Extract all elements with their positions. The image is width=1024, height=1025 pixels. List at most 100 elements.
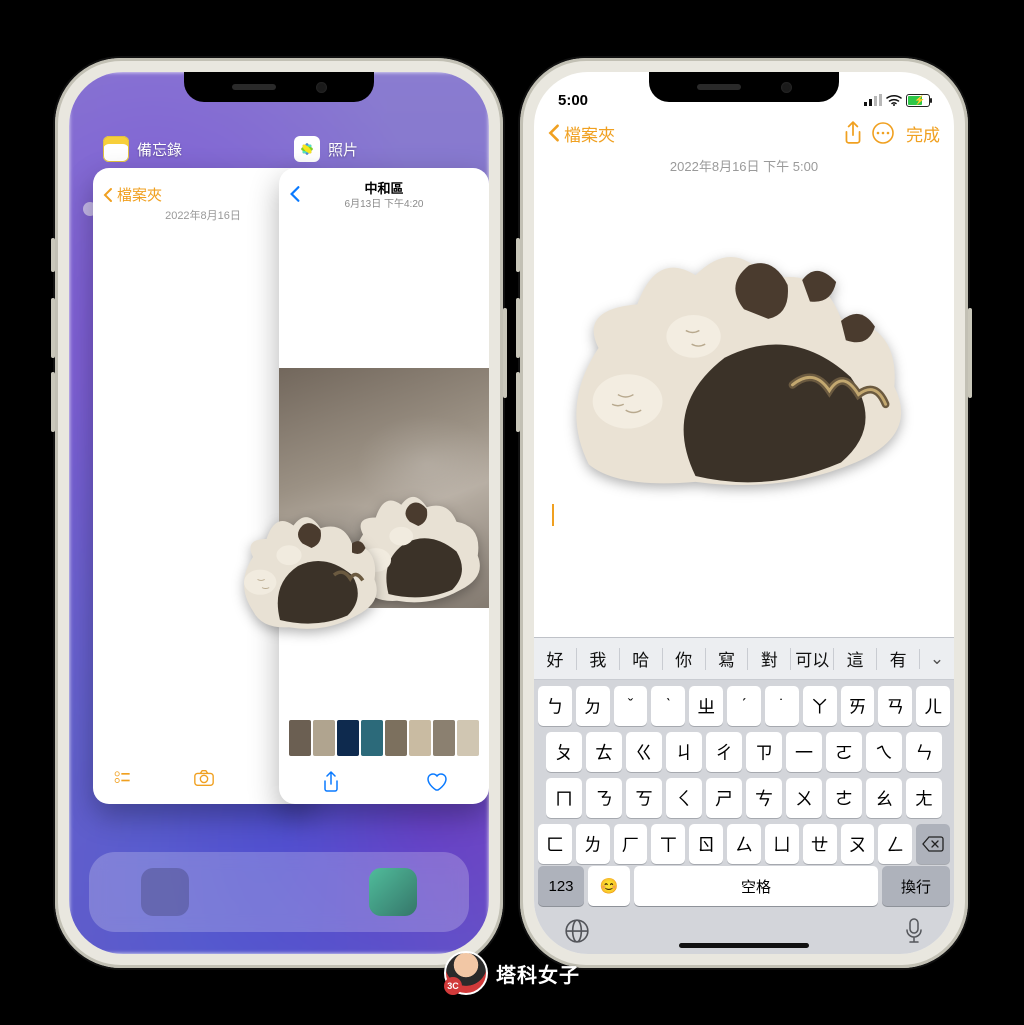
return-key[interactable]: 換行 — [882, 866, 950, 906]
key[interactable]: ㄆ — [546, 732, 582, 772]
key[interactable]: ㄛ — [826, 732, 862, 772]
key[interactable]: ㄦ — [916, 686, 950, 726]
share-button[interactable] — [838, 121, 868, 145]
photos-app-icon — [294, 136, 320, 162]
note-body[interactable] — [550, 208, 938, 624]
notes-app-icon — [103, 136, 129, 162]
key[interactable]: ㄘ — [746, 778, 782, 818]
keyboard: 好 我 哈 你 寫 對 可以 這 有 ⌄ ㄅㄉˇˋㄓˊ˙ㄚㄞㄢㄦ ㄆㄊㄍㄐㄔㄗ一… — [534, 637, 954, 954]
mic-icon[interactable] — [904, 918, 924, 949]
number-key[interactable]: 123 — [538, 866, 584, 906]
key[interactable]: ㄥ — [878, 824, 912, 864]
key[interactable]: ㄖ — [689, 824, 723, 864]
done-button[interactable]: 完成 — [906, 121, 940, 146]
chevron-left-icon — [289, 185, 301, 203]
key[interactable]: 一 — [786, 732, 822, 772]
suggestion[interactable]: 哈 — [620, 646, 662, 671]
camera-icon — [193, 768, 215, 788]
suggestion[interactable]: 這 — [834, 646, 876, 671]
notes-app-screen: 5:00 ⚡ 檔案夾 完成 2022年8月16日 下午 5 — [534, 72, 954, 954]
wifi-icon — [886, 94, 902, 106]
key[interactable]: ㄈ — [538, 824, 572, 864]
key[interactable]: ㄣ — [906, 732, 942, 772]
suggestion-bar: 好 我 哈 你 寫 對 可以 這 有 ⌄ — [534, 638, 954, 680]
key[interactable]: ㄓ — [689, 686, 723, 726]
suggestion[interactable]: 有 — [877, 646, 919, 671]
notes-toolbar: 檔案夾 完成 — [534, 114, 954, 152]
dock — [89, 852, 469, 932]
switcher-label-notes: 備忘錄 — [103, 136, 182, 162]
chevron-left-icon[interactable] — [548, 123, 560, 143]
key[interactable]: ㄚ — [803, 686, 837, 726]
key[interactable]: ㄡ — [841, 824, 875, 864]
notes-back-label[interactable]: 檔案夾 — [564, 121, 615, 146]
notes-app-name: 備忘錄 — [137, 139, 182, 160]
key[interactable]: ㄨ — [786, 778, 822, 818]
expand-suggestions-icon[interactable]: ⌄ — [919, 649, 954, 669]
key[interactable]: ㄑ — [666, 778, 702, 818]
watermark-text: 塔科女子 — [496, 959, 580, 988]
key[interactable]: ㄜ — [826, 778, 862, 818]
app-switcher-screen: 備忘錄 照片 — [69, 72, 489, 954]
suggestion[interactable]: 好 — [534, 646, 576, 671]
key[interactable]: ㄤ — [906, 778, 942, 818]
suggestion[interactable]: 對 — [748, 646, 790, 671]
key[interactable]: ㄐ — [666, 732, 702, 772]
key[interactable]: ㄒ — [651, 824, 685, 864]
suggestion[interactable]: 寫 — [706, 646, 748, 671]
emoji-key[interactable]: 😊 — [588, 866, 630, 906]
text-cursor — [552, 504, 554, 526]
key[interactable]: ㄌ — [576, 824, 610, 864]
key[interactable]: ㄕ — [706, 778, 742, 818]
key[interactable]: ˊ — [727, 686, 761, 726]
delete-key[interactable] — [916, 824, 950, 864]
key[interactable]: ㄅ — [538, 686, 572, 726]
switcher-card-photos[interactable]: 中和區 6月13日 下午4:20 — [279, 168, 489, 804]
home-indicator[interactable] — [679, 943, 809, 948]
key[interactable]: ㄢ — [878, 686, 912, 726]
status-time: 5:00 — [558, 92, 588, 109]
checklist-icon — [113, 768, 133, 788]
battery-icon: ⚡ — [906, 94, 930, 107]
key[interactable]: ㄝ — [803, 824, 837, 864]
key[interactable]: ㄊ — [586, 732, 622, 772]
key[interactable]: ㄙ — [727, 824, 761, 864]
key[interactable]: ㄋ — [586, 778, 622, 818]
key[interactable]: ˋ — [651, 686, 685, 726]
photos-app-name: 照片 — [328, 139, 358, 160]
share-icon[interactable] — [322, 771, 340, 793]
suggestion[interactable]: 可以 — [791, 646, 833, 671]
key[interactable]: ㄟ — [866, 732, 902, 772]
key[interactable]: ㄗ — [746, 732, 782, 772]
key[interactable]: ㄍ — [626, 732, 662, 772]
heart-icon[interactable] — [425, 772, 447, 792]
switcher-label-photos: 照片 — [294, 136, 358, 162]
cat-in-photo — [329, 468, 489, 608]
key[interactable]: ㄞ — [841, 686, 875, 726]
suggestion[interactable]: 你 — [663, 646, 705, 671]
space-key[interactable]: 空格 — [634, 866, 878, 906]
note-timestamp: 2022年8月16日 下午 5:00 — [534, 156, 954, 175]
suggestion[interactable]: 我 — [577, 646, 619, 671]
notes-back-label: 檔案夾 — [117, 184, 162, 205]
key[interactable]: ˙ — [765, 686, 799, 726]
watermark: 3C 塔科女子 — [444, 951, 580, 995]
phone-right: 5:00 ⚡ 檔案夾 完成 2022年8月16日 下午 5 — [520, 58, 968, 968]
phone-left: 備忘錄 照片 — [55, 58, 503, 968]
photo-preview — [279, 368, 489, 608]
photos-card-subtitle: 6月13日 下午4:20 — [301, 195, 467, 210]
key[interactable]: ㄎ — [626, 778, 662, 818]
key[interactable]: ㄔ — [706, 732, 742, 772]
key[interactable]: ㄉ — [576, 686, 610, 726]
watermark-badge: 3C — [444, 977, 462, 995]
key[interactable]: ㄏ — [614, 824, 648, 864]
signal-icon — [864, 94, 882, 106]
pasted-image[interactable] — [550, 208, 938, 488]
key[interactable]: ㄩ — [765, 824, 799, 864]
key[interactable]: ˇ — [614, 686, 648, 726]
key[interactable]: ㄠ — [866, 778, 902, 818]
key[interactable]: ㄇ — [546, 778, 582, 818]
more-button[interactable] — [868, 121, 898, 145]
photo-thumbnail-strip[interactable] — [289, 720, 479, 756]
globe-icon[interactable] — [564, 918, 590, 949]
